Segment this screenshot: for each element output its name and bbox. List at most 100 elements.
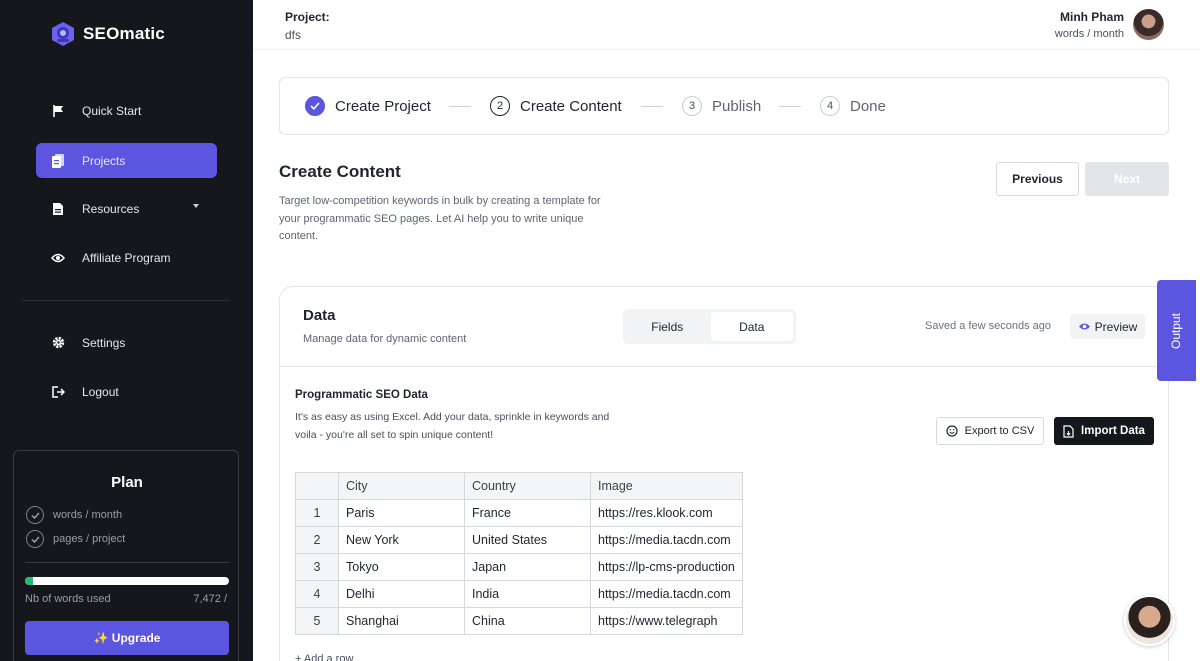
plan-title: Plan	[111, 474, 143, 491]
cell-country[interactable]: Japan	[464, 553, 591, 581]
sidebar-item-label: Logout	[82, 384, 119, 399]
sidebar-item-label: Projects	[82, 153, 126, 168]
table-row: 4 Delhi India https://media.tacdn.com	[295, 580, 743, 608]
cell-country[interactable]: United States	[464, 526, 591, 554]
usage-value: 7,472 /	[193, 593, 227, 605]
brand[interactable]: SEOmatic	[49, 20, 165, 48]
sidebar-divider	[22, 300, 230, 301]
cell-image[interactable]: https://www.telegraph	[590, 607, 743, 635]
tab-fields[interactable]: Fields	[626, 312, 709, 341]
check-circle-icon	[26, 530, 44, 548]
top-header: Project: dfs Minh Pham words / month	[253, 0, 1200, 50]
chevron-down-icon[interactable]	[193, 204, 199, 208]
plan-divider	[25, 562, 229, 563]
user-plan-usage: words / month	[1054, 28, 1124, 40]
save-status: Saved a few seconds ago	[925, 320, 1051, 332]
cell-city[interactable]: New York	[338, 526, 465, 554]
table-row: 1 Paris France https://res.klook.com	[295, 499, 743, 527]
plan-feature-pages: pages / project	[26, 530, 125, 548]
step-number: 3	[682, 96, 702, 116]
sidebar-item-label: Affiliate Program	[82, 250, 171, 265]
step-create-content[interactable]: 2 Create Content	[490, 96, 622, 116]
cell-image[interactable]: https://media.tacdn.com	[590, 526, 743, 554]
add-row-button[interactable]: + Add a row	[295, 653, 353, 661]
sidebar-item-affiliate-program[interactable]: Affiliate Program	[36, 240, 217, 275]
output-tab-label: Output	[1169, 312, 1184, 349]
eye-icon	[51, 251, 65, 265]
step-label: Create Content	[520, 97, 622, 115]
data-card-title: Data	[303, 307, 336, 324]
cell-country[interactable]: India	[464, 580, 591, 608]
data-card-subtitle: Manage data for dynamic content	[303, 333, 467, 345]
gear-icon	[51, 336, 65, 350]
cell-city[interactable]: Tokyo	[338, 553, 465, 581]
step-publish[interactable]: 3 Publish	[682, 96, 761, 116]
step-connector	[641, 106, 663, 107]
cell-city[interactable]: Shanghai	[338, 607, 465, 635]
project-name: dfs	[285, 28, 302, 42]
usage-label: Nb of words used	[25, 593, 111, 605]
progress-stepper: Create Project 2 Create Content 3 Publis…	[279, 77, 1169, 135]
import-label: Import Data	[1081, 425, 1145, 437]
cell-image[interactable]: https://lp-cms-production	[590, 553, 743, 581]
cell-city[interactable]: Delhi	[338, 580, 465, 608]
sidebar-item-projects[interactable]: Projects	[36, 143, 217, 178]
table-header-row: City Country Image	[295, 472, 743, 500]
data-card-header: Data Manage data for dynamic content Fie…	[280, 287, 1168, 367]
row-number: 4	[295, 580, 339, 608]
column-header-image[interactable]: Image	[590, 472, 743, 500]
cell-country[interactable]: France	[464, 499, 591, 527]
programmatic-data-description: It's as easy as using Excel. Add your da…	[295, 411, 610, 441]
step-connector	[449, 106, 471, 107]
upgrade-button[interactable]: ✨ Upgrade	[25, 621, 229, 655]
sidebar-item-logout[interactable]: Logout	[36, 374, 217, 409]
row-number: 5	[295, 607, 339, 635]
table-row: 3 Tokyo Japan https://lp-cms-production	[295, 553, 743, 581]
logout-icon	[51, 385, 65, 399]
project-label: Project:	[285, 10, 330, 24]
table-row: 5 Shanghai China https://www.telegraph	[295, 607, 743, 635]
row-number-header	[295, 472, 339, 500]
step-create-project[interactable]: Create Project	[305, 96, 431, 116]
file-import-icon	[1063, 424, 1074, 438]
step-label: Publish	[712, 97, 762, 115]
plan-feature-label: words / month	[53, 509, 123, 521]
preview-button[interactable]: Preview	[1070, 314, 1145, 339]
sidebar-item-quick-start[interactable]: Quick Start	[36, 93, 217, 128]
step-label: Create Project	[335, 97, 431, 115]
row-number: 3	[295, 553, 339, 581]
step-done[interactable]: 4 Done	[820, 96, 886, 116]
import-data-button[interactable]: Import Data	[1054, 417, 1154, 445]
page-title: Create Content	[279, 162, 401, 181]
user-avatar[interactable]	[1133, 9, 1164, 40]
file-icon	[51, 202, 65, 216]
preview-label: Preview	[1094, 319, 1138, 334]
programmatic-data-title: Programmatic SEO Data	[295, 389, 428, 401]
cell-country[interactable]: China	[464, 607, 591, 635]
fields-data-toggle: Fields Data	[623, 309, 796, 344]
step-number: 4	[820, 96, 840, 116]
column-header-country[interactable]: Country	[464, 472, 591, 500]
next-button[interactable]: Next	[1085, 162, 1169, 196]
check-circle-icon	[26, 506, 44, 524]
cell-image[interactable]: https://media.tacdn.com	[590, 580, 743, 608]
previous-button[interactable]: Previous	[996, 162, 1079, 196]
usage-progress-fill	[25, 577, 34, 585]
plan-feature-words: words / month	[26, 506, 122, 524]
export-label: Export to CSV	[964, 425, 1035, 437]
cell-image[interactable]: https://res.klook.com	[590, 499, 743, 527]
tab-data[interactable]: Data	[710, 312, 793, 341]
sidebar-item-label: Quick Start	[82, 103, 142, 118]
row-number: 1	[295, 499, 339, 527]
cell-city[interactable]: Paris	[338, 499, 465, 527]
eye-icon	[1078, 323, 1090, 330]
plan-feature-label: pages / project	[53, 533, 126, 545]
output-panel-tab[interactable]: Output	[1157, 280, 1196, 381]
data-card: Data Manage data for dynamic content Fie…	[279, 286, 1169, 661]
seomatic-logo-icon	[52, 22, 74, 46]
export-csv-button[interactable]: Export to CSV	[936, 417, 1044, 445]
support-chat-avatar[interactable]	[1124, 595, 1175, 646]
sidebar-item-settings[interactable]: Settings	[36, 325, 217, 360]
column-header-city[interactable]: City	[338, 472, 465, 500]
sidebar-item-resources[interactable]: Resources	[36, 191, 217, 226]
